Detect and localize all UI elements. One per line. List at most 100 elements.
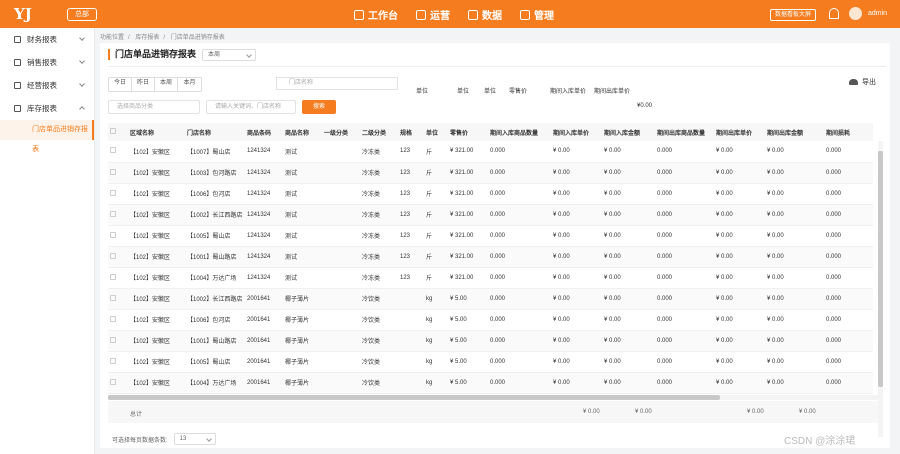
avatar[interactable] (849, 7, 862, 20)
checkbox[interactable] (110, 378, 116, 385)
store-name-input[interactable]: 门店名称 (276, 77, 398, 90)
row-checkbox-cell[interactable] (108, 162, 128, 183)
table-row[interactable]: 【102】安徽区 【1005】蜀山店 2001641 椰子薄片 冷饮类 kg ¥ 5.00 0… (108, 351, 873, 372)
sidebar-item-inventory[interactable]: 库存报表 (0, 97, 94, 120)
column-header[interactable]: 商品名称 (283, 123, 322, 141)
sidebar-item-sales[interactable]: 销售报表 (0, 51, 94, 74)
page-size-select[interactable]: 13 (173, 433, 216, 445)
table-row[interactable]: 【102】安徽区 【1002】长江西路店 1241324 测试 冷冻类 123 斤 ¥ 321… (108, 204, 873, 225)
keyword-input[interactable]: 请输入关键词、门店名称 (206, 100, 296, 114)
table-cell: 【1003】包河路店 (187, 171, 237, 177)
vertical-scrollbar[interactable] (878, 141, 883, 437)
nav-operations[interactable]: 运营 (416, 7, 450, 22)
table-cell: 冷冻类 (362, 276, 381, 282)
tab-month[interactable]: 本月 (178, 78, 201, 91)
sidebar-item-finance[interactable]: 财务报表 (0, 28, 94, 51)
org-switch-button[interactable]: 总部 (67, 8, 97, 21)
table-row[interactable]: 【102】安徽区 【1005】蜀山店 1241324 测试 冷冻类 123 斤 ¥ 321.0… (108, 225, 873, 246)
column-header[interactable]: 期间出库单价 (714, 123, 765, 141)
checkbox[interactable] (110, 189, 116, 196)
tab-today[interactable]: 今日 (109, 78, 132, 91)
row-checkbox-cell[interactable] (108, 225, 128, 246)
sidebar-subitem-store-item-report[interactable]: 门店单品进销存报表 (0, 120, 94, 153)
table-cell: 123 (400, 148, 411, 155)
table-row[interactable]: 【102】安徽区 【1001】蜀山路店 2001641 椰子薄片 冷饮类 kg ¥ 5.00… (108, 330, 873, 351)
checkbox[interactable] (110, 147, 116, 154)
table-row[interactable]: 【102】安徽区 【1006】包河店 1241324 测试 冷冻类 123 斤 ¥ 321.0… (108, 183, 873, 204)
nav-workbench[interactable]: 工作台 (354, 7, 398, 22)
checkbox[interactable] (110, 231, 116, 238)
bell-icon[interactable] (829, 8, 839, 19)
column-header[interactable]: 区域名称 (128, 123, 185, 141)
sidebar-item-operations[interactable]: 经营报表 (0, 74, 94, 97)
row-checkbox-cell[interactable] (108, 372, 128, 393)
table-row[interactable]: 【102】安徽区 【1007】蜀山店 1241324 测试 冷冻类 123 斤 ¥ 321.0… (108, 141, 873, 162)
app-logo[interactable]: YJ (14, 5, 36, 23)
column-header[interactable]: 门店名称 (185, 123, 245, 141)
checkbox[interactable] (110, 336, 116, 343)
table-cell: 斤 (426, 213, 433, 219)
export-button[interactable]: 导出 (849, 77, 876, 87)
table-row[interactable]: 【102】安徽区 【1003】包河路店 1241324 测试 冷冻类 123 斤 ¥ 321.… (108, 162, 873, 183)
row-checkbox-cell[interactable] (108, 267, 128, 288)
table-row[interactable]: 【102】安徽区 【1001】蜀山路店 1241324 测试 冷冻类 123 斤 ¥ 321.… (108, 246, 873, 267)
table-row[interactable]: 【102】安徽区 【1004】万达广场 1241324 测试 冷冻类 123 斤 ¥ 321.… (108, 267, 873, 288)
column-header[interactable]: 一级分类 (322, 123, 360, 141)
row-checkbox-cell[interactable] (108, 330, 128, 351)
row-checkbox-cell[interactable] (108, 141, 128, 162)
column-header[interactable]: 期间入库金额 (602, 123, 655, 141)
row-checkbox-cell[interactable] (108, 204, 128, 225)
checkbox[interactable] (110, 357, 116, 364)
column-header[interactable]: 期间出库商品数量 (655, 123, 714, 141)
select-all-checkbox[interactable] (108, 123, 128, 141)
table-cell: 冷冻类 (362, 255, 381, 261)
row-checkbox-cell[interactable] (108, 246, 128, 267)
table-row[interactable]: 【102】安徽区 【1004】万达广场 2001641 椰子薄片 冷饮类 kg ¥ 5.00… (108, 372, 873, 393)
column-header[interactable]: 期间出库金额 (765, 123, 824, 141)
checkbox[interactable] (110, 128, 116, 134)
column-header[interactable]: 二级分类 (360, 123, 398, 141)
checkbox[interactable] (110, 273, 116, 280)
table-cell: 2001641 (247, 358, 271, 365)
table-row[interactable]: 【102】安徽区 【1006】包河店 2001641 椰子薄片 冷饮类 kg ¥ 5.00 0… (108, 309, 873, 330)
column-header[interactable]: 零售价 (448, 123, 488, 141)
horizontal-scrollbar[interactable] (108, 395, 878, 400)
nav-manage[interactable]: 管理 (520, 7, 554, 22)
category-select[interactable]: 选择商品分类 (108, 100, 200, 114)
checkbox[interactable] (110, 294, 116, 301)
bigscreen-button[interactable]: 数据看板大屏 (770, 9, 817, 21)
column-header[interactable]: 期间入库单价 (551, 123, 602, 141)
table-cell: ¥ 0.00 (604, 253, 621, 260)
column-header[interactable]: 规格 (398, 123, 424, 141)
column-header[interactable]: 期间损耗 (824, 123, 873, 141)
table-cell: ¥ 0.00 (604, 232, 621, 239)
period-select[interactable]: 本周 (202, 49, 256, 61)
user-name[interactable]: admin (868, 10, 887, 17)
table-cell: 【102】安徽区 (130, 297, 171, 303)
search-button[interactable]: 搜索 (302, 100, 336, 114)
row-checkbox-cell[interactable] (108, 288, 128, 309)
breadcrumb-item[interactable]: 功能位置 (100, 35, 124, 41)
column-header[interactable]: 单位 (424, 123, 448, 141)
table-cell: 【102】安徽区 (130, 171, 171, 177)
checkbox[interactable] (110, 252, 116, 259)
table-cell: 0.000 (657, 274, 673, 281)
scroll-thumb[interactable] (878, 151, 883, 387)
row-checkbox-cell[interactable] (108, 351, 128, 372)
table-cell (322, 288, 360, 309)
row-checkbox-cell[interactable] (108, 309, 128, 330)
tab-yesterday[interactable]: 昨日 (132, 78, 155, 91)
scroll-thumb[interactable] (108, 395, 720, 400)
table-cell: 【1002】长江西路店 (187, 213, 243, 219)
checkbox[interactable] (110, 168, 116, 175)
row-checkbox-cell[interactable] (108, 183, 128, 204)
nav-data[interactable]: 数据 (468, 7, 502, 22)
column-header[interactable]: 商品条码 (245, 123, 283, 141)
checkbox[interactable] (110, 315, 116, 322)
tab-week[interactable]: 本周 (155, 78, 178, 91)
checkbox[interactable] (110, 210, 116, 217)
column-header[interactable]: 期间入库商品数量 (488, 123, 551, 141)
table-cell: 0.000 (826, 337, 842, 344)
table-row[interactable]: 【102】安徽区 【1002】长江西路店 2001641 椰子薄片 冷饮类 kg ¥ 5.0… (108, 288, 873, 309)
breadcrumb-item[interactable]: 库存报表 (135, 35, 159, 41)
